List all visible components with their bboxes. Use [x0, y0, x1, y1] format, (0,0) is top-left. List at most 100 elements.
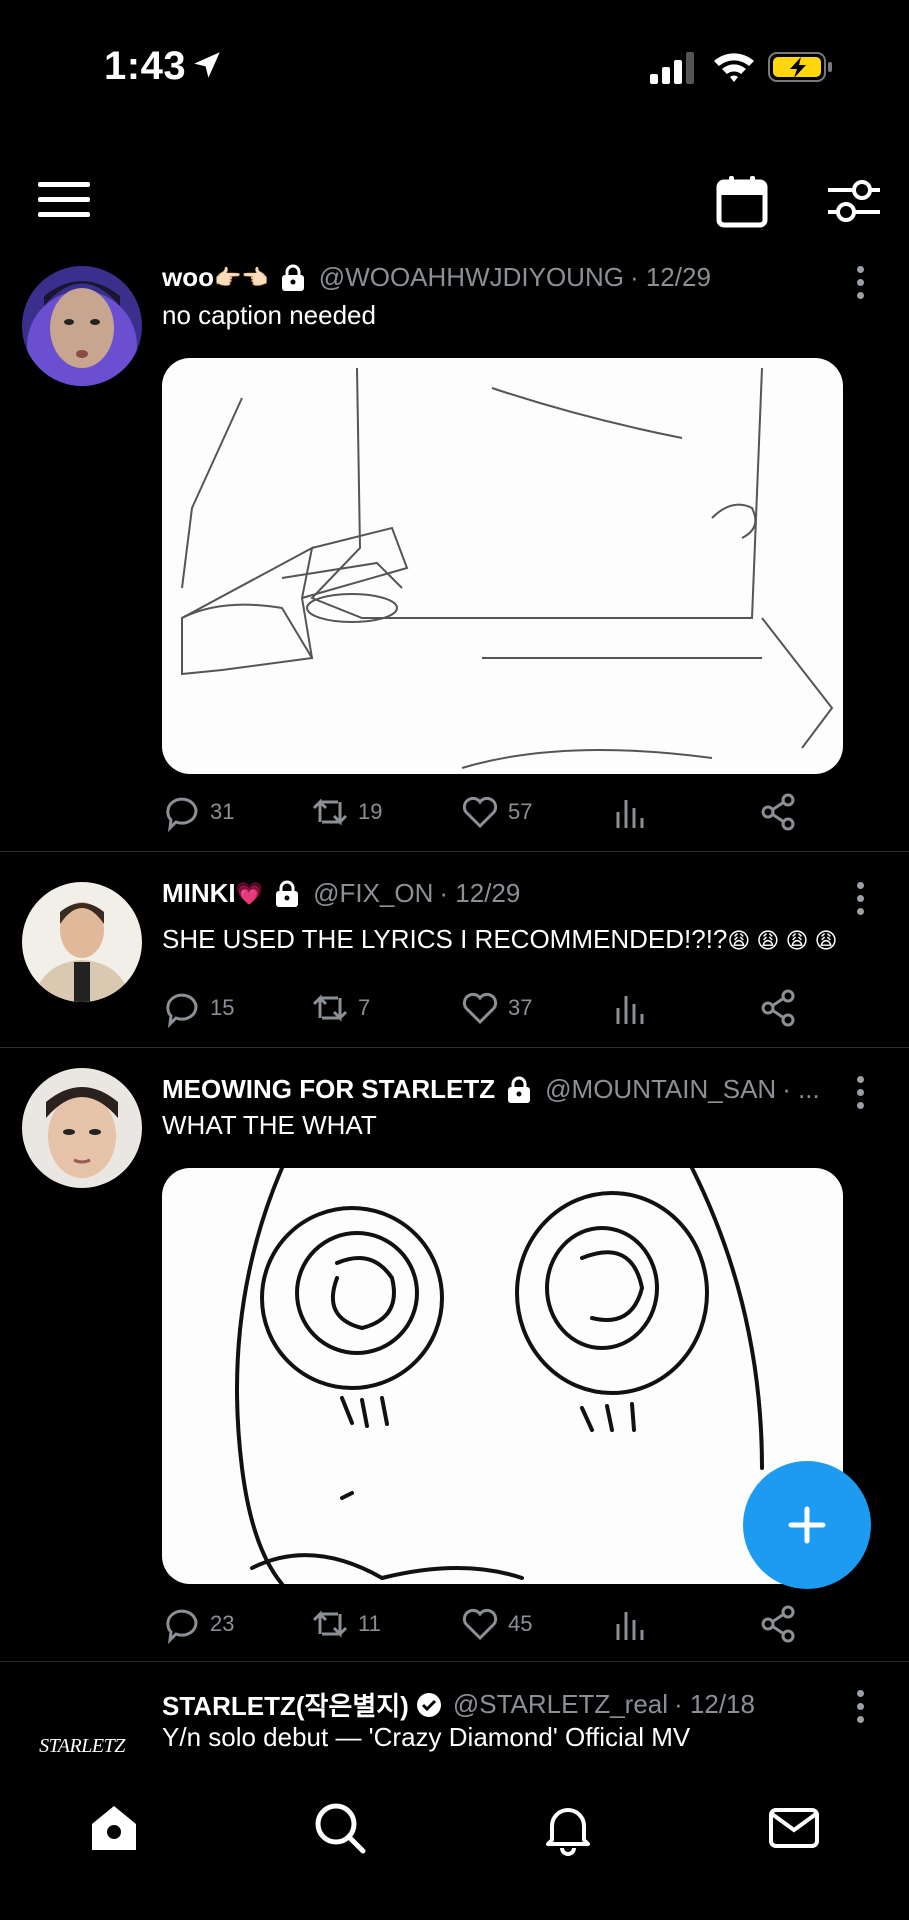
lock-icon — [276, 880, 299, 907]
calendar-icon[interactable] — [716, 174, 768, 228]
tweet-text: WHAT THE WHAT — [162, 1110, 377, 1140]
search-icon[interactable] — [312, 1800, 368, 1856]
reply-icon — [166, 797, 198, 832]
author-handle[interactable]: @MOUNTAIN_SAN — [545, 1074, 776, 1105]
verified-badge-icon — [416, 1692, 441, 1717]
share-icon — [761, 989, 795, 1027]
bar-chart-icon — [616, 996, 644, 1024]
more-options-icon[interactable] — [854, 1076, 866, 1112]
status-bar: 1:43 — [0, 0, 909, 130]
share-button[interactable] — [758, 1604, 806, 1644]
retweet-count: 7 — [358, 995, 371, 1020]
tweet-item[interactable]: MINKI 💗 @FIX_ON · 12/29 SHE USED THE LYR… — [0, 852, 909, 1048]
like-button[interactable]: 45 — [460, 1604, 532, 1644]
share-icon — [761, 1605, 795, 1643]
tweet-date: · 12/18 — [674, 1689, 755, 1719]
tweet-media-image[interactable] — [162, 1168, 843, 1584]
author-handle[interactable]: @WOOAHHWJDIYOUNG — [319, 262, 624, 293]
analytics-button[interactable] — [610, 792, 658, 832]
author-name[interactable]: STARLETZ(작은별지) — [162, 1686, 409, 1723]
author-name[interactable]: MEOWING FOR STARLETZ — [162, 1074, 495, 1105]
lock-icon — [281, 264, 304, 291]
reply-count: 15 — [210, 995, 235, 1020]
reply-icon — [166, 1609, 198, 1644]
reply-count: 31 — [210, 799, 235, 824]
location-arrow-icon — [194, 52, 220, 78]
like-button[interactable]: 57 — [460, 792, 532, 832]
retweet-icon — [312, 798, 348, 826]
tweet-date: · 12/29 — [439, 878, 521, 908]
avatar-logo-text: STARLETZ — [39, 1734, 125, 1757]
retweet-button[interactable]: 7 — [310, 988, 370, 1028]
reply-button[interactable]: 15 — [162, 988, 234, 1028]
tweet-text-emoji: 😩 😩 😩 😩 — [727, 928, 838, 953]
avatar[interactable] — [22, 266, 142, 386]
tweet-actions: 31 19 57 — [162, 792, 822, 836]
analytics-button[interactable] — [610, 1604, 658, 1644]
author-handle[interactable]: @STARLETZ_real — [453, 1689, 668, 1720]
reply-button[interactable]: 23 — [162, 1604, 234, 1644]
tweet-text: Y/n solo debut — 'Crazy Diamond' Officia… — [162, 1722, 691, 1752]
battery-charging-icon — [768, 52, 832, 82]
bar-chart-icon — [616, 800, 644, 828]
tweet-text: no caption needed — [162, 300, 376, 330]
messages-mail-icon[interactable] — [766, 1800, 822, 1856]
filter-sliders-icon[interactable] — [826, 176, 882, 226]
share-button[interactable] — [758, 988, 806, 1028]
avatar[interactable] — [22, 1068, 142, 1188]
retweet-icon — [312, 1610, 348, 1638]
bar-chart-icon — [616, 1612, 644, 1640]
analytics-button[interactable] — [610, 988, 658, 1028]
tweet-actions: 15 7 37 — [162, 988, 822, 1032]
status-time: 1:43 — [104, 44, 187, 88]
retweet-button[interactable]: 11 — [310, 1604, 381, 1644]
top-app-bar — [0, 160, 909, 240]
more-options-icon[interactable] — [854, 266, 866, 302]
tweet-header: MINKI 💗 @FIX_ON · 12/29 — [162, 878, 520, 909]
lock-icon — [508, 1076, 531, 1103]
reply-count: 23 — [210, 1611, 235, 1636]
bottom-navigation — [0, 1756, 909, 1920]
tweet-text: SHE USED THE LYRICS I RECOMMENDED!?!? — [162, 924, 728, 954]
cellular-signal-icon — [650, 52, 694, 84]
retweet-button[interactable]: 19 — [310, 792, 382, 832]
heart-icon — [462, 1608, 498, 1641]
tweet-text-container: SHE USED THE LYRICS I RECOMMENDED!?!?😩 😩… — [162, 924, 837, 955]
author-handle[interactable]: @FIX_ON — [313, 878, 433, 909]
like-button[interactable]: 37 — [460, 988, 532, 1028]
tweet-item[interactable]: woo 👉🏻👈🏻 @WOOAHHWJDIYOUNG · 12/29 no cap… — [0, 258, 909, 852]
wifi-icon — [714, 53, 754, 82]
like-count: 37 — [508, 995, 533, 1020]
author-name[interactable]: woo — [162, 262, 214, 293]
tweet-actions: 23 11 45 — [162, 1604, 822, 1648]
author-name-emoji: 💗 — [235, 880, 264, 906]
tweet-header: MEOWING FOR STARLETZ @MOUNTAIN_SAN · ... — [162, 1074, 820, 1105]
tweet-media-image[interactable] — [162, 358, 843, 774]
notifications-bell-icon[interactable] — [540, 1800, 596, 1856]
reply-icon — [166, 993, 198, 1028]
reply-button[interactable]: 31 — [162, 792, 234, 832]
tweet-header: woo 👉🏻👈🏻 @WOOAHHWJDIYOUNG · 12/29 — [162, 262, 711, 293]
heart-icon — [462, 992, 498, 1025]
author-name-emoji: 👉🏻👈🏻 — [214, 264, 269, 290]
retweet-count: 19 — [358, 799, 383, 824]
tweet-date: · ... — [782, 1074, 820, 1104]
share-icon — [761, 793, 795, 831]
author-name[interactable]: MINKI — [162, 878, 236, 909]
hamburger-menu-icon[interactable] — [36, 180, 92, 220]
more-options-icon[interactable] — [854, 1690, 866, 1726]
share-button[interactable] — [758, 792, 806, 832]
home-icon[interactable] — [86, 1800, 142, 1856]
more-options-icon[interactable] — [854, 882, 866, 918]
tweet-date: · 12/29 — [629, 262, 711, 292]
tweet-item[interactable]: STARLETZ STARLETZ(작은별지) @STARLETZ_real ·… — [0, 1662, 909, 1806]
avatar[interactable] — [22, 882, 142, 1002]
plus-icon — [788, 1506, 826, 1544]
like-count: 45 — [508, 1611, 533, 1636]
like-count: 57 — [508, 799, 533, 824]
tweet-header: STARLETZ(작은별지) @STARLETZ_real · 12/18 — [162, 1686, 755, 1723]
compose-tweet-button[interactable] — [743, 1461, 871, 1589]
retweet-icon — [312, 994, 348, 1022]
heart-icon — [462, 796, 498, 829]
retweet-count: 11 — [358, 1611, 381, 1636]
